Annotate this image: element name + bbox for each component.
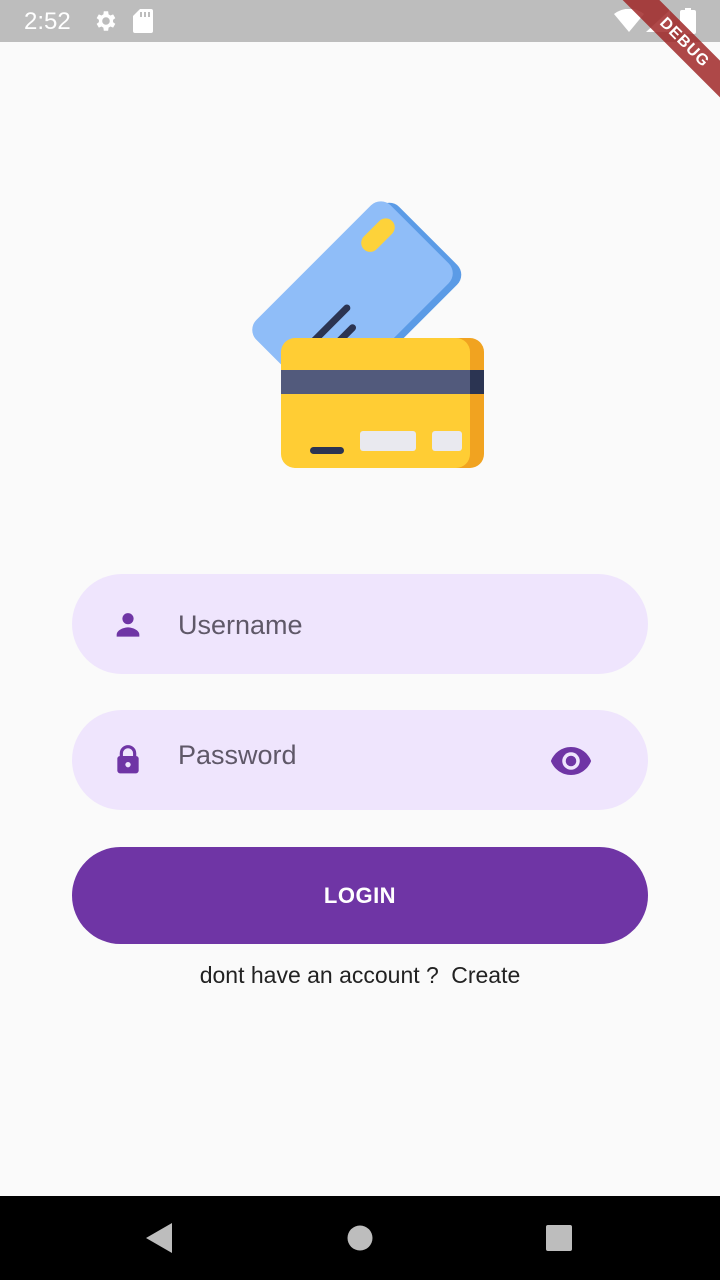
- password-field[interactable]: [72, 710, 648, 810]
- login-button[interactable]: LOGIN: [72, 847, 648, 944]
- wifi-icon: [614, 9, 644, 32]
- signup-prompt-text: dont have an account ?: [199, 962, 439, 988]
- create-account-link[interactable]: Create: [451, 962, 520, 989]
- back-icon[interactable]: [146, 1223, 172, 1253]
- status-bar: 2:52: [0, 0, 720, 42]
- username-field[interactable]: [72, 574, 648, 674]
- person-icon: [116, 613, 140, 637]
- sd-card-icon: [133, 9, 153, 33]
- recents-icon[interactable]: [546, 1225, 572, 1251]
- signal-icon: [646, 10, 670, 32]
- eye-icon[interactable]: [550, 744, 592, 778]
- battery-icon: [680, 8, 696, 34]
- signup-prompt: dont have an account ? Create: [0, 962, 720, 989]
- status-time: 2:52: [24, 8, 71, 35]
- navigation-bar: [0, 1196, 720, 1280]
- home-icon[interactable]: [347, 1225, 373, 1251]
- settings-icon: [96, 11, 116, 31]
- lock-icon: [117, 745, 139, 774]
- credit-card-illustration: [252, 201, 484, 468]
- username-input[interactable]: [176, 600, 540, 650]
- password-input[interactable]: [176, 730, 540, 780]
